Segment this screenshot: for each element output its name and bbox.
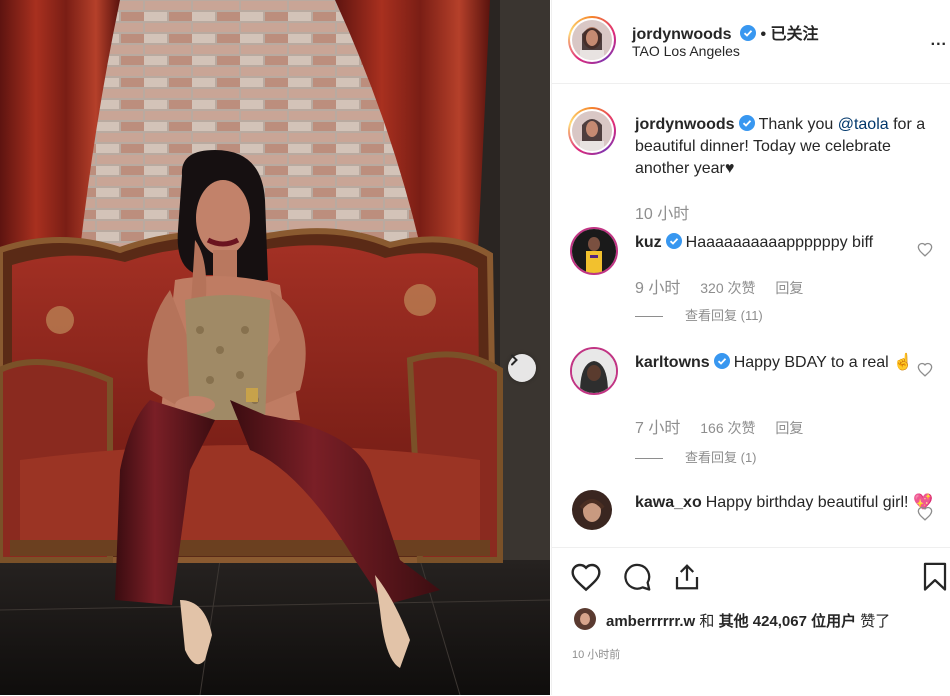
verified-badge-icon bbox=[665, 233, 682, 249]
caption-avatar[interactable] bbox=[568, 107, 616, 155]
comment-text: kuz Haaaaaaaaaappppppy biff bbox=[635, 232, 935, 254]
verified-badge-icon bbox=[740, 25, 757, 41]
view-replies-label: 查看回复 (11) bbox=[685, 308, 763, 323]
more-options-button[interactable]: ... bbox=[931, 32, 947, 50]
reply-button[interactable]: 回复 bbox=[775, 420, 803, 436]
comment-item: karltowns Happy BDAY to a real ☝ 7 小时 166… bbox=[552, 344, 950, 466]
post-side-panel: jordynwoods • 已关注 TAO Los Angeles ... jo… bbox=[551, 0, 950, 695]
avatar-image bbox=[572, 490, 612, 530]
comment-time[interactable]: 7 小时 bbox=[635, 420, 680, 437]
chevron-right-icon bbox=[511, 354, 518, 366]
comment-avatar[interactable] bbox=[572, 490, 612, 530]
comment-time[interactable]: 9 小时 bbox=[635, 280, 680, 297]
post-header: jordynwoods • 已关注 TAO Los Angeles ... bbox=[552, 0, 950, 84]
comment-avatar[interactable] bbox=[570, 347, 618, 395]
caption-text-start: Thank you bbox=[758, 116, 838, 133]
liker-avatar[interactable] bbox=[574, 608, 596, 630]
comment-icon[interactable] bbox=[622, 562, 652, 592]
bookmark-icon[interactable] bbox=[922, 562, 948, 592]
caption-time[interactable]: 10 小时 bbox=[635, 200, 689, 224]
verified-badge-icon bbox=[738, 115, 755, 131]
comment-username[interactable]: kuz bbox=[635, 234, 662, 251]
likes-others[interactable]: 其他 424,067 位用户 bbox=[719, 613, 857, 630]
replies-divider bbox=[635, 458, 663, 460]
avatar-image bbox=[572, 111, 612, 151]
liker-username[interactable]: amberrrrrr.w bbox=[606, 613, 695, 630]
verified-badge-icon bbox=[713, 353, 730, 369]
likes-and: 和 bbox=[695, 613, 719, 630]
post-actions: amberrrrrr.w 和 其他 424,067 位用户 赞了 10 小时前 bbox=[552, 547, 950, 696]
comment-likes[interactable]: 320 次赞 bbox=[700, 280, 755, 296]
comment-body: Happy BDAY to a real ☝ bbox=[733, 354, 914, 371]
photo-illustration bbox=[0, 0, 550, 695]
author-username[interactable]: jordynwoods bbox=[632, 26, 732, 43]
post-location[interactable]: TAO Los Angeles bbox=[632, 43, 740, 59]
like-comment-heart-icon[interactable] bbox=[917, 242, 933, 257]
post-photo[interactable] bbox=[0, 0, 550, 695]
view-replies-button[interactable]: 查看回复 (1) bbox=[635, 447, 757, 466]
avatar-image bbox=[572, 20, 612, 60]
follow-state[interactable]: • 已关注 bbox=[760, 26, 818, 43]
caption: jordynwoods Thank you @taola for a beauti… bbox=[552, 84, 950, 224]
avatar-image bbox=[574, 608, 596, 630]
view-replies-label: 查看回复 (1) bbox=[685, 450, 757, 465]
comment-avatar[interactable] bbox=[570, 227, 618, 275]
comment-item: kawa_xo Happy birthday beautiful girl! 💖 bbox=[552, 486, 950, 546]
comment-item: kuz Haaaaaaaaaappppppy biff 9 小时 320 次赞 回… bbox=[552, 224, 950, 324]
avatar-image bbox=[572, 229, 616, 273]
comment-meta: 9 小时 320 次赞 回复 bbox=[635, 274, 819, 298]
likes-suffix: 赞了 bbox=[856, 613, 891, 630]
comment-text: karltowns Happy BDAY to a real ☝ bbox=[635, 352, 935, 374]
avatar-image bbox=[572, 349, 616, 393]
replies-divider bbox=[635, 316, 663, 318]
author-avatar[interactable] bbox=[568, 16, 616, 64]
view-replies-button[interactable]: 查看回复 (11) bbox=[635, 305, 763, 324]
comments-list: jordynwoods Thank you @taola for a beauti… bbox=[552, 84, 950, 546]
reply-button[interactable]: 回复 bbox=[775, 280, 803, 296]
comment-username[interactable]: karltowns bbox=[635, 354, 710, 371]
comment-body: Happy birthday beautiful girl! 💖 bbox=[705, 494, 933, 511]
like-comment-heart-icon[interactable] bbox=[917, 506, 933, 521]
comment-username[interactable]: kawa_xo bbox=[635, 494, 702, 511]
comment-text: kawa_xo Happy birthday beautiful girl! 💖 bbox=[635, 492, 935, 514]
comment-likes[interactable]: 166 次赞 bbox=[700, 420, 755, 436]
caption-username[interactable]: jordynwoods bbox=[635, 116, 735, 133]
post-timestamp[interactable]: 10 小时前 bbox=[572, 646, 620, 662]
comment-meta: 7 小时 166 次赞 回复 bbox=[635, 414, 819, 438]
like-comment-heart-icon[interactable] bbox=[917, 362, 933, 377]
caption-text: jordynwoods Thank you @taola for a beauti… bbox=[635, 114, 935, 180]
next-photo-button[interactable] bbox=[508, 354, 536, 382]
heart-icon[interactable] bbox=[570, 562, 602, 592]
caption-mention[interactable]: @taola bbox=[838, 116, 889, 133]
comment-body: Haaaaaaaaaappppppy biff bbox=[685, 234, 874, 251]
share-icon[interactable] bbox=[672, 562, 702, 592]
